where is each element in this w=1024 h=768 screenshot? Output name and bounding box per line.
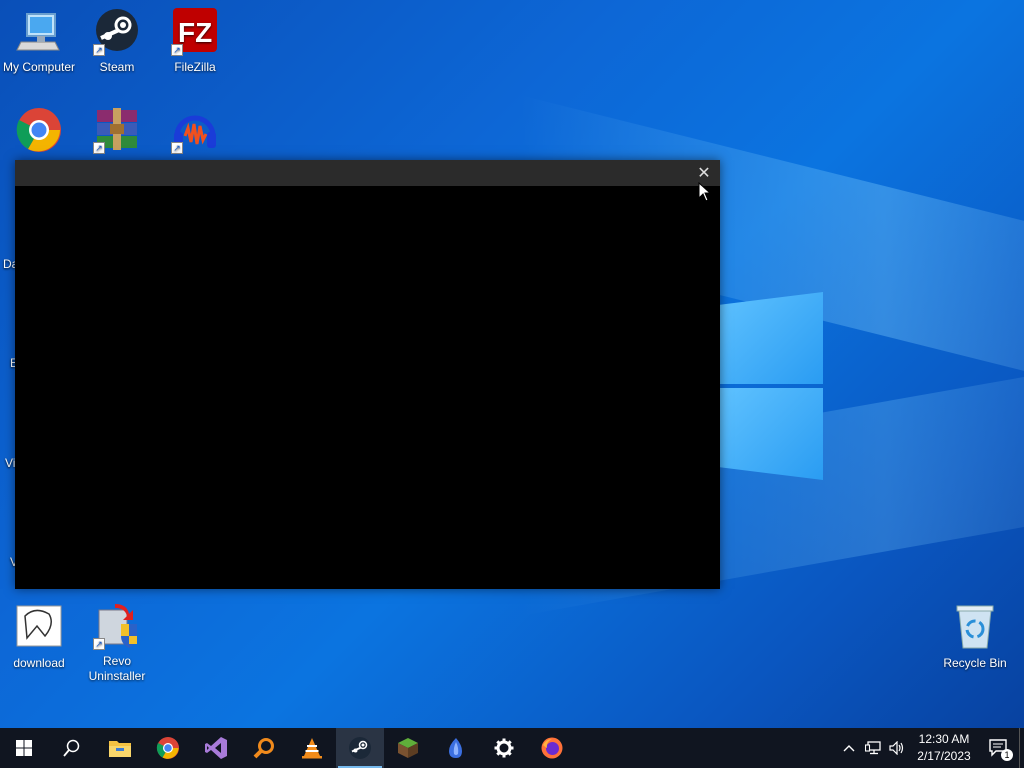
taskbar-settings[interactable]: [480, 728, 528, 768]
clock-date: 2/17/2023: [917, 749, 971, 763]
close-button[interactable]: ✕: [694, 163, 714, 183]
desktop-icon-label: Steam: [99, 60, 135, 74]
shortcut-arrow-icon: ↗: [171, 142, 183, 154]
speaker-icon: [889, 741, 904, 755]
file-explorer-icon: [109, 741, 131, 757]
computer-icon: [15, 8, 63, 56]
firefox-icon: [541, 737, 563, 759]
taskbar-file-explorer[interactable]: [96, 728, 144, 768]
chrome-icon: [156, 737, 179, 759]
taskbar-search-tool[interactable]: [240, 728, 288, 768]
show-hidden-icons-button[interactable]: [837, 728, 861, 768]
taskbar-chrome[interactable]: [144, 728, 192, 768]
taskbar-vlc[interactable]: [288, 728, 336, 768]
winrar-icon: ↗: [93, 106, 141, 154]
filezilla-icon: FZ ↗: [171, 8, 219, 56]
action-center-button[interactable]: 1: [979, 728, 1019, 768]
shortcut-arrow-icon: ↗: [93, 638, 105, 650]
close-icon: ✕: [697, 163, 711, 182]
network-icon: [865, 741, 881, 755]
search-icon: [63, 739, 80, 757]
clock[interactable]: 12:30 AM 2/17/2023: [909, 731, 979, 765]
app-icon: [449, 738, 462, 758]
desktop-icon-label: download: [13, 656, 65, 670]
window-content[interactable]: [15, 186, 720, 589]
recycle-bin-icon: [951, 604, 999, 652]
search-tool-icon: [253, 738, 274, 759]
desktop-icon-my-computer[interactable]: My Computer: [0, 8, 78, 75]
settings-icon: [494, 738, 514, 758]
taskbar-minecraft[interactable]: [384, 728, 432, 768]
system-tray: 12:30 AM 2/17/2023 1: [837, 728, 1024, 768]
taskbar-search-button[interactable]: [48, 728, 96, 768]
app-window[interactable]: ✕: [15, 160, 720, 589]
taskbar-steam[interactable]: [336, 728, 384, 768]
volume-button[interactable]: [885, 728, 909, 768]
desktop-icon-steam[interactable]: ↗ Steam: [78, 8, 156, 75]
desktop-icon-winrar[interactable]: ↗: [78, 106, 156, 158]
shortcut-arrow-icon: ↗: [93, 44, 105, 56]
audacity-icon: ↗: [171, 106, 219, 154]
desktop-icon-label: FileZilla: [174, 60, 216, 74]
hidden-icon-label: Vi: [5, 456, 16, 470]
chrome-icon: [15, 106, 63, 154]
desktop-icon-audacity[interactable]: ↗: [156, 106, 234, 158]
notification-count-badge: 1: [1001, 749, 1013, 761]
start-button[interactable]: [0, 728, 48, 768]
taskbar: 12:30 AM 2/17/2023 1: [0, 728, 1024, 768]
mouse-cursor-icon: [698, 182, 710, 202]
desktop-icon-filezilla[interactable]: FZ ↗ FileZilla: [156, 8, 234, 75]
show-desktop-button[interactable]: [1019, 728, 1024, 768]
minecraft-icon: [398, 738, 418, 758]
wallpaper-windows-logo: [719, 262, 823, 480]
steam-icon: ↗: [93, 8, 141, 56]
window-titlebar[interactable]: ✕: [15, 160, 720, 186]
visual-studio-icon: [205, 737, 227, 759]
vlc-icon: [302, 738, 322, 759]
desktop-icon-label: Recycle Bin: [943, 656, 1007, 670]
desktop-icon-label: My Computer: [2, 60, 76, 74]
desktop-icon-revo-uninstaller[interactable]: ↗ Revo Uninstaller: [78, 602, 156, 684]
chevron-up-icon: [843, 745, 855, 752]
svg-text:FZ: FZ: [178, 17, 212, 48]
desktop-icon-label: Revo Uninstaller: [88, 654, 146, 683]
revo-uninstaller-icon: ↗: [93, 602, 141, 650]
clock-time: 12:30 AM: [918, 732, 970, 746]
shortcut-arrow-icon: ↗: [171, 44, 183, 56]
desktop-icon-chrome[interactable]: [0, 106, 78, 158]
image-file-icon: [15, 604, 63, 652]
steam-icon: [349, 737, 371, 759]
desktop-icon-download[interactable]: download: [0, 604, 78, 671]
taskbar-firefox[interactable]: [528, 728, 576, 768]
desktop-icon-recycle-bin[interactable]: Recycle Bin: [936, 604, 1014, 671]
taskbar-visual-studio[interactable]: [192, 728, 240, 768]
shortcut-arrow-icon: ↗: [93, 142, 105, 154]
taskbar-app[interactable]: [432, 728, 480, 768]
windows-start-icon: [16, 740, 32, 756]
network-button[interactable]: [861, 728, 885, 768]
